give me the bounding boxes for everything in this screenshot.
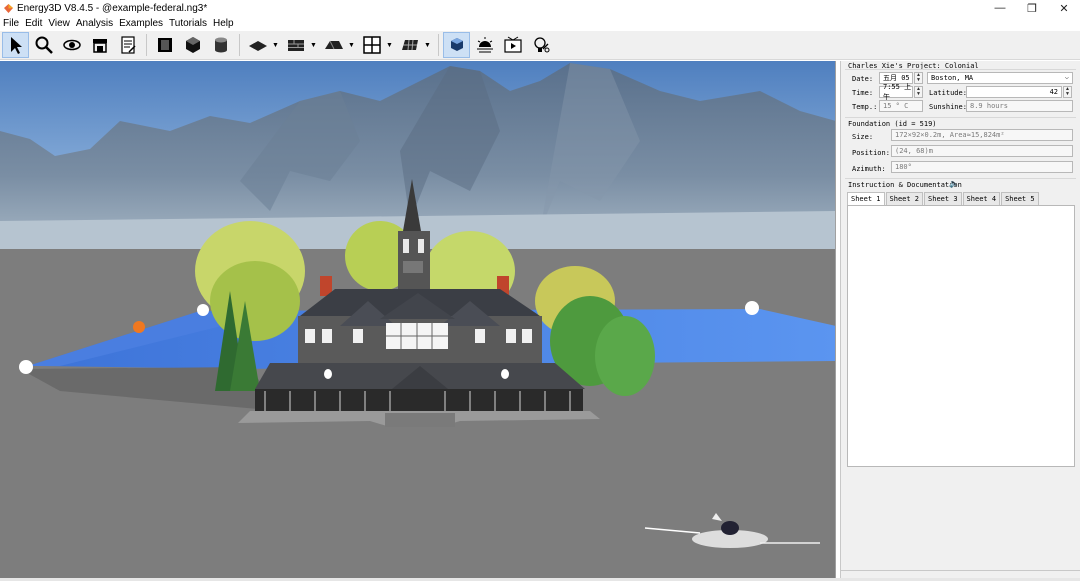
size-label: Size: <box>852 133 874 141</box>
time-label: Time: <box>852 89 874 97</box>
menu-analysis[interactable]: Analysis <box>76 18 113 29</box>
chevron-down-icon[interactable]: ▼ <box>272 32 279 58</box>
chevron-down-icon[interactable]: ▼ <box>424 32 431 58</box>
corner-handle <box>745 301 759 315</box>
cylinder-icon[interactable] <box>207 32 234 58</box>
toolbar: ▼ ▼ ▼ ▼ ▼ <box>0 31 1080 60</box>
chevron-down-icon[interactable]: ▼ <box>310 32 317 58</box>
latitude-spinner[interactable]: ▲ ▼ <box>1063 86 1072 98</box>
toolbar-separator <box>146 34 147 56</box>
select-arrow-icon[interactable] <box>2 32 29 58</box>
rotate-handle <box>133 321 145 333</box>
roof-icon[interactable] <box>320 32 347 58</box>
azimuth-label: Azimuth: <box>852 165 886 173</box>
temperature-field: 15 ° C <box>879 100 923 112</box>
azimuth-field: 180° <box>891 161 1073 173</box>
corner-handle <box>19 360 33 374</box>
tab-sheet-1[interactable]: Sheet 1 <box>847 192 885 205</box>
tab-sheet-4[interactable]: Sheet 4 <box>962 192 1001 205</box>
latitude-field[interactable]: 42 <box>966 86 1062 98</box>
menu-bar: File Edit View Analysis Examples Tutoria… <box>0 16 1080 30</box>
chevron-down-icon[interactable]: ▼ <box>386 32 393 58</box>
tab-sheet-3[interactable]: Sheet 3 <box>924 192 962 205</box>
speaker-icon[interactable]: 🔈 <box>949 179 959 188</box>
position-label: Position: <box>852 149 890 157</box>
energy3d-logo-icon <box>4 3 13 13</box>
menu-help[interactable]: Help <box>213 18 234 29</box>
animation-icon[interactable] <box>499 32 526 58</box>
zoom-icon[interactable] <box>30 32 57 58</box>
time-spinner[interactable]: ▲ ▼ <box>914 86 923 98</box>
window-controls: — ❐ ✕ <box>984 0 1080 16</box>
title-bar: Energy3D V8.4.5 - @example-federal.ng3* … <box>0 0 1080 16</box>
tab-sheet-5[interactable]: Sheet 5 <box>1001 192 1039 205</box>
minimize-icon[interactable]: — <box>984 0 1016 16</box>
menu-file[interactable]: File <box>3 18 19 29</box>
sheet-tabs: Sheet 1 Sheet 2 Sheet 3 Sheet 4 Sheet 5 <box>847 192 1040 205</box>
3d-scene-view[interactable] <box>0 61 836 578</box>
restore-icon[interactable]: ❐ <box>1016 0 1048 16</box>
tab-sheet-2[interactable]: Sheet 2 <box>885 192 924 205</box>
panel-icon[interactable] <box>151 32 178 58</box>
chevron-down-icon[interactable]: ⌵ <box>1065 73 1069 81</box>
cube-icon[interactable] <box>179 32 206 58</box>
chevron-down-icon[interactable]: ▼ <box>348 32 355 58</box>
sunshine-field: 8.9 hours <box>966 100 1073 112</box>
sun-icon[interactable] <box>471 32 498 58</box>
corner-handle <box>197 304 209 316</box>
notes-icon[interactable] <box>114 32 141 58</box>
menu-tutorials[interactable]: Tutorials <box>169 18 207 29</box>
foundation-icon[interactable] <box>244 32 271 58</box>
wall-icon[interactable] <box>282 32 309 58</box>
window-title: Energy3D V8.4.5 - @example-federal.ng3* <box>17 2 208 14</box>
window-icon[interactable] <box>358 32 385 58</box>
position-field: (24, 68)m <box>891 145 1073 157</box>
location-combo[interactable]: Boston, MA ⌵ <box>927 72 1073 84</box>
close-icon[interactable]: ✕ <box>1048 0 1080 16</box>
menu-view[interactable]: View <box>48 18 70 29</box>
location-value: Boston, MA <box>931 74 974 82</box>
scene-canvas[interactable] <box>0 61 836 578</box>
sunshine-label: Sunshine: <box>929 103 967 111</box>
size-field: 172×92×0.2m, Area≈15,824m² <box>891 129 1073 141</box>
solar-panel-icon[interactable] <box>396 32 423 58</box>
properties-panel: Charles Xie's Project: Colonial Date: 五月… <box>840 61 1080 578</box>
foundation-title: Foundation (id = 519) <box>848 120 937 128</box>
instruction-title: Instruction & Documentation <box>848 181 962 189</box>
store-icon[interactable] <box>86 32 113 58</box>
latitude-label: Latitude: <box>929 89 967 97</box>
date-spinner[interactable]: ▲ ▼ <box>914 72 923 84</box>
toolbar-separator <box>438 34 439 56</box>
date-label: Date: <box>852 75 874 83</box>
time-field[interactable]: 7:55 上午 <box>879 83 913 101</box>
menu-examples[interactable]: Examples <box>119 18 163 29</box>
rotate-view-icon[interactable] <box>58 32 85 58</box>
toolbar-separator <box>239 34 240 56</box>
temperature-label: Temp.: <box>852 103 878 111</box>
documentation-text-area[interactable] <box>847 205 1075 467</box>
heliodon-icon[interactable] <box>527 32 554 58</box>
shadow-cube-icon[interactable] <box>443 32 470 58</box>
panel-footer <box>841 570 1080 578</box>
menu-edit[interactable]: Edit <box>25 18 42 29</box>
